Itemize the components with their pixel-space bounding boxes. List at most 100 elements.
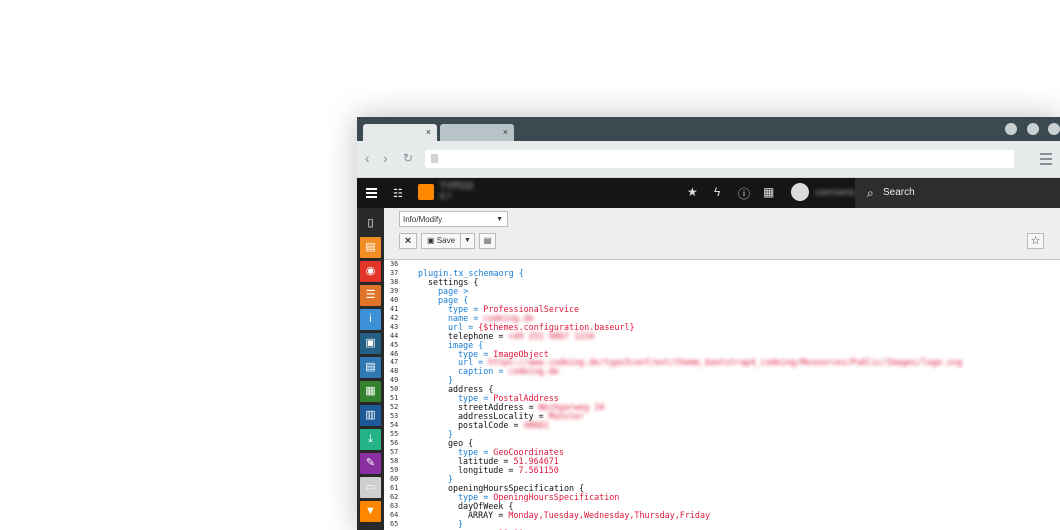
save-button[interactable]: ▣ Save (421, 233, 461, 249)
menu-toggle-icon[interactable] (366, 188, 377, 200)
bookmark-star-icon[interactable]: ★ (687, 185, 698, 199)
code-text: caption = codeing.de (458, 367, 559, 376)
code-text: postalCode = 48661 (458, 421, 549, 430)
avatar[interactable] (791, 183, 809, 201)
line-number: 51 (390, 394, 399, 403)
doc-header: Info/Modify ▼ × ▣ Save ▼ ▤ ☆ (384, 208, 1060, 260)
line-number: 65 (390, 519, 399, 528)
line-number: 61 (390, 483, 399, 492)
close-window-button[interactable] (1048, 123, 1060, 135)
line-number: 49 (390, 376, 399, 385)
function-select[interactable]: Info/Modify ▼ (399, 211, 508, 227)
maximize-button[interactable] (1026, 123, 1039, 135)
line-number: 56 (390, 439, 399, 447)
site-name-title: TYPO3 (440, 181, 473, 192)
code-text: ARRAY = Monday,Tuesday,Wednesday,Thursda… (468, 509, 711, 520)
line-number: 46 (390, 349, 399, 358)
flash-icon[interactable]: ϟ (714, 185, 720, 199)
window-controls (1000, 122, 1060, 140)
typo3-topbar: ☷ TYPO3 8.7 ★ ϟ ⓘ ▦ username ⌕ Search (357, 178, 1060, 208)
code-token: postalCode = (458, 420, 524, 431)
pagetree-toggle-icon[interactable]: ☷ (393, 187, 403, 200)
line-number: 38 (390, 277, 399, 286)
line-number: 64 (390, 510, 399, 519)
code-editor[interactable]: 36 37 plugin.tx_schemaorg {38 settings {39 p… (384, 260, 1060, 530)
code-token: Münster (548, 411, 585, 422)
bookmark-star-icon[interactable]: ☆ (1027, 233, 1044, 249)
code-token: longitude = (458, 464, 519, 475)
content-area: Info/Modify ▼ × ▣ Save ▼ ▤ ☆ 36 37 plugin.… (384, 208, 1060, 530)
browser-tab-active[interactable]: × (363, 124, 437, 141)
line-number: 62 (390, 492, 399, 501)
line-number: 50 (390, 385, 399, 394)
site-name: TYPO3 8.7 (440, 182, 473, 202)
module-page-icon[interactable]: ▯ (360, 213, 381, 234)
search-box[interactable]: ⌕ Search (855, 178, 1060, 208)
module-template-icon[interactable]: ▤ (360, 357, 381, 378)
module-scheduler-icon[interactable]: ▦ (360, 381, 381, 402)
typo3-logo[interactable] (418, 184, 434, 200)
line-number: 53 (390, 412, 399, 421)
line-number: 48 (390, 367, 399, 376)
line-number: 57 (390, 447, 399, 456)
save-icon: ▣ (426, 236, 435, 245)
line-number: 44 (390, 331, 399, 340)
page-icon (431, 154, 438, 163)
module-install-icon[interactable]: ⤓ (360, 429, 381, 450)
line-number: 43 (390, 322, 399, 331)
browser-menu-icon[interactable] (1040, 153, 1052, 168)
username[interactable]: username (815, 187, 855, 197)
close-button[interactable]: × (399, 233, 417, 249)
module-web-info-icon[interactable]: i (360, 309, 381, 330)
search-label: Search (883, 187, 915, 198)
line-number: 41 (390, 304, 399, 313)
line-number: 47 (390, 358, 399, 367)
module-access-icon[interactable]: ▣ (360, 333, 381, 354)
function-select-value: Info/Modify (403, 215, 443, 224)
save-label: Save (436, 236, 456, 245)
module-web-list-icon[interactable]: ☰ (360, 285, 381, 306)
module-web-view-icon[interactable]: ◉ (360, 261, 381, 282)
code-token: 7.561150 (518, 464, 559, 475)
search-icon: ⌕ (867, 186, 874, 200)
chevron-down-icon: ▼ (496, 216, 503, 223)
forward-icon[interactable]: › (383, 151, 388, 165)
browser-tabbar: × × (357, 117, 1060, 141)
module-typo3-icon[interactable]: ▼ (360, 501, 381, 522)
module-web-page-icon[interactable]: ▤ (360, 237, 381, 258)
code-token: ARRAY = (468, 509, 509, 520)
module-menu: ▯ ▤ ◉ ☰ i ▣ ▤ ▦ ▥ ⤓ ✎ ▭ ▼ (357, 208, 384, 530)
line-number: 63 (390, 501, 399, 510)
browser-toolbar: ‹ › ↻ (357, 141, 1060, 178)
line-number: 54 (390, 421, 399, 430)
address-bar[interactable] (425, 150, 1014, 168)
system-info-icon[interactable]: ▦ (763, 185, 774, 199)
template-analyzer-icon[interactable]: ▤ (479, 233, 496, 249)
browser-window: × × ‹ › ↻ ☷ TYPO3 8.7 ★ ϟ ⓘ ▦ username ⌕… (357, 117, 1060, 530)
save-dropdown-button[interactable]: ▼ (460, 233, 475, 249)
code-token: codeing.de (508, 366, 559, 377)
help-icon[interactable]: ⓘ (738, 185, 750, 202)
tab-close-icon[interactable]: × (503, 127, 508, 137)
line-number: 39 (390, 286, 399, 295)
module-forms-icon[interactable]: ✎ (360, 453, 381, 474)
code-text: longitude = 7.561150 (458, 464, 559, 475)
line-number: 59 (390, 465, 399, 474)
tab-close-icon[interactable]: × (426, 127, 431, 137)
code-token: caption = (458, 366, 509, 377)
reload-icon[interactable]: ↻ (403, 151, 413, 165)
module-list-icon[interactable]: ▥ (360, 405, 381, 426)
module-filelist-icon[interactable]: ▭ (360, 477, 381, 498)
code-token: +49 251 9867 1234 (508, 330, 595, 341)
back-icon[interactable]: ‹ (365, 151, 370, 165)
line-number: 36 (390, 260, 399, 268)
browser-tab-inactive[interactable]: × (440, 124, 514, 141)
code-token: https://www.codeing.de/typo3conf/ext/the… (488, 357, 963, 368)
line-number: 40 (390, 295, 399, 304)
line-number: 37 (390, 268, 399, 277)
minimize-button[interactable] (1005, 123, 1018, 135)
line-number: 52 (390, 403, 399, 412)
code-token: 48661 (523, 420, 549, 431)
line-number: 60 (390, 474, 399, 483)
code-token: Monday,Tuesday,Wednesday,Thursday,Friday (508, 509, 711, 520)
